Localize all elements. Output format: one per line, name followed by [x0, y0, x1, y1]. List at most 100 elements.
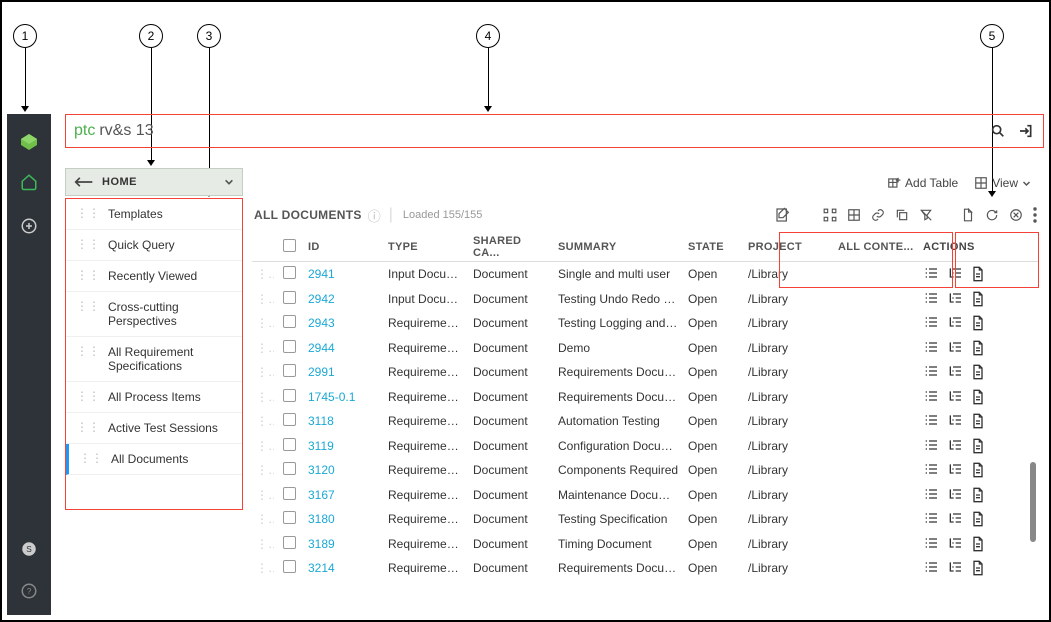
action-doc-icon[interactable]: [971, 315, 985, 331]
row-checkbox[interactable]: [283, 487, 296, 500]
row-id-link[interactable]: 2941: [308, 267, 335, 281]
row-grip-icon[interactable]: ⋮⋮: [252, 512, 274, 526]
action-tree-icon[interactable]: [947, 487, 963, 503]
info-icon[interactable]: ⓘ: [368, 206, 381, 225]
table-row[interactable]: ⋮⋮3214Requirement ...DocumentRequirement…: [252, 556, 1039, 581]
action-list-icon[interactable]: [923, 560, 939, 576]
table-row[interactable]: ⋮⋮2944Requirement ...DocumentDemoOpen/Li…: [252, 336, 1039, 361]
header-shared[interactable]: SHARED CA...: [469, 235, 554, 259]
row-checkbox[interactable]: [283, 560, 296, 573]
row-id-link[interactable]: 3189: [308, 537, 335, 551]
row-grip-icon[interactable]: ⋮⋮: [252, 316, 274, 330]
row-grip-icon[interactable]: ⋮⋮: [252, 292, 274, 306]
more-icon[interactable]: [1033, 207, 1037, 223]
row-checkbox[interactable]: [283, 315, 296, 328]
row-id-link[interactable]: 2944: [308, 341, 335, 355]
action-list-icon[interactable]: [923, 266, 939, 282]
action-tree-icon[interactable]: [947, 315, 963, 331]
row-checkbox[interactable]: [283, 438, 296, 451]
action-doc-icon[interactable]: [971, 560, 985, 576]
scrollbar[interactable]: [1030, 462, 1036, 542]
row-checkbox[interactable]: [283, 511, 296, 524]
row-grip-icon[interactable]: ⋮⋮: [252, 390, 274, 404]
action-doc-icon[interactable]: [971, 462, 985, 478]
row-grip-icon[interactable]: ⋮⋮: [252, 414, 274, 428]
tree-icon[interactable]: [823, 207, 837, 223]
refresh-icon[interactable]: [985, 207, 999, 223]
action-doc-icon[interactable]: [971, 487, 985, 503]
nav-item-templates[interactable]: ⋮⋮Templates: [66, 199, 242, 230]
help-icon[interactable]: ?: [15, 577, 43, 605]
row-grip-icon[interactable]: ⋮⋮: [252, 267, 274, 281]
row-grip-icon[interactable]: ⋮⋮: [252, 341, 274, 355]
action-tree-icon[interactable]: [947, 413, 963, 429]
row-checkbox[interactable]: [283, 462, 296, 475]
action-tree-icon[interactable]: [947, 340, 963, 356]
search-icon[interactable]: [987, 120, 1009, 142]
action-list-icon[interactable]: [923, 315, 939, 331]
row-checkbox[interactable]: [283, 266, 296, 279]
action-tree-icon[interactable]: [947, 511, 963, 527]
row-id-link[interactable]: 2991: [308, 365, 335, 379]
row-id-link[interactable]: 2943: [308, 316, 335, 330]
action-doc-icon[interactable]: [971, 389, 985, 405]
action-tree-icon[interactable]: [947, 266, 963, 282]
action-list-icon[interactable]: [923, 340, 939, 356]
new-doc-icon[interactable]: [961, 207, 975, 223]
select-all-checkbox[interactable]: [283, 239, 296, 252]
back-icon[interactable]: [74, 176, 94, 188]
row-grip-icon[interactable]: ⋮⋮: [252, 537, 274, 551]
action-doc-icon[interactable]: [971, 413, 985, 429]
add-icon[interactable]: [15, 212, 43, 240]
action-doc-icon[interactable]: [971, 536, 985, 552]
nav-item-all-process-items[interactable]: ⋮⋮All Process Items: [66, 382, 242, 413]
header-id[interactable]: ID: [304, 241, 384, 253]
table-row[interactable]: ⋮⋮2941Input Docum...DocumentSingle and m…: [252, 262, 1039, 287]
action-doc-icon[interactable]: [971, 266, 985, 282]
nav-item-recently-viewed[interactable]: ⋮⋮Recently Viewed: [66, 261, 242, 292]
view-dropdown[interactable]: View: [974, 176, 1031, 190]
logo-icon[interactable]: [15, 128, 43, 156]
row-id-link[interactable]: 3180: [308, 512, 335, 526]
link-icon[interactable]: [871, 207, 885, 223]
breadcrumb-dropdown-icon[interactable]: [224, 177, 234, 187]
action-list-icon[interactable]: [923, 291, 939, 307]
row-id-link[interactable]: 2942: [308, 292, 335, 306]
action-doc-icon[interactable]: [971, 364, 985, 380]
table-row[interactable]: ⋮⋮3118Requirement ...DocumentAutomation …: [252, 409, 1039, 434]
table-row[interactable]: ⋮⋮3119Requirement ...DocumentConfigurati…: [252, 434, 1039, 459]
row-checkbox[interactable]: [283, 389, 296, 402]
action-tree-icon[interactable]: [947, 438, 963, 454]
edit-icon[interactable]: [775, 207, 791, 223]
action-doc-icon[interactable]: [971, 511, 985, 527]
table-row[interactable]: ⋮⋮3189Requirement ...DocumentTiming Docu…: [252, 532, 1039, 557]
grid-icon[interactable]: [847, 207, 861, 223]
table-row[interactable]: ⋮⋮3180Requirement ...DocumentTesting Spe…: [252, 507, 1039, 532]
row-id-link[interactable]: 3118: [308, 414, 334, 428]
table-row[interactable]: ⋮⋮3120Requirement ...DocumentComponents …: [252, 458, 1039, 483]
table-row[interactable]: ⋮⋮3167Requirement ...DocumentMaintenance…: [252, 483, 1039, 508]
row-checkbox[interactable]: [283, 291, 296, 304]
row-checkbox[interactable]: [283, 364, 296, 377]
action-tree-icon[interactable]: [947, 389, 963, 405]
action-list-icon[interactable]: [923, 511, 939, 527]
filter-off-icon[interactable]: [919, 207, 933, 223]
table-row[interactable]: ⋮⋮2942Input Docum...DocumentTesting Undo…: [252, 287, 1039, 312]
action-doc-icon[interactable]: [971, 291, 985, 307]
nav-item-cross-cutting-perspectives[interactable]: ⋮⋮Cross-cutting Perspectives: [66, 292, 242, 337]
action-list-icon[interactable]: [923, 487, 939, 503]
action-list-icon[interactable]: [923, 389, 939, 405]
row-grip-icon[interactable]: ⋮⋮: [252, 561, 274, 575]
settings-icon[interactable]: S: [15, 535, 43, 563]
action-tree-icon[interactable]: [947, 291, 963, 307]
action-tree-icon[interactable]: [947, 560, 963, 576]
action-tree-icon[interactable]: [947, 536, 963, 552]
table-row[interactable]: ⋮⋮2943Requirement ...DocumentTesting Log…: [252, 311, 1039, 336]
action-list-icon[interactable]: [923, 413, 939, 429]
table-row[interactable]: ⋮⋮2991Requirement ...DocumentRequirement…: [252, 360, 1039, 385]
cancel-icon[interactable]: [1009, 207, 1023, 223]
table-row[interactable]: ⋮⋮1745-0.1Requirement ...DocumentRequire…: [252, 385, 1039, 410]
logout-icon[interactable]: [1015, 120, 1037, 142]
header-type[interactable]: TYPE: [384, 241, 469, 253]
header-project[interactable]: PROJECT: [744, 241, 834, 253]
